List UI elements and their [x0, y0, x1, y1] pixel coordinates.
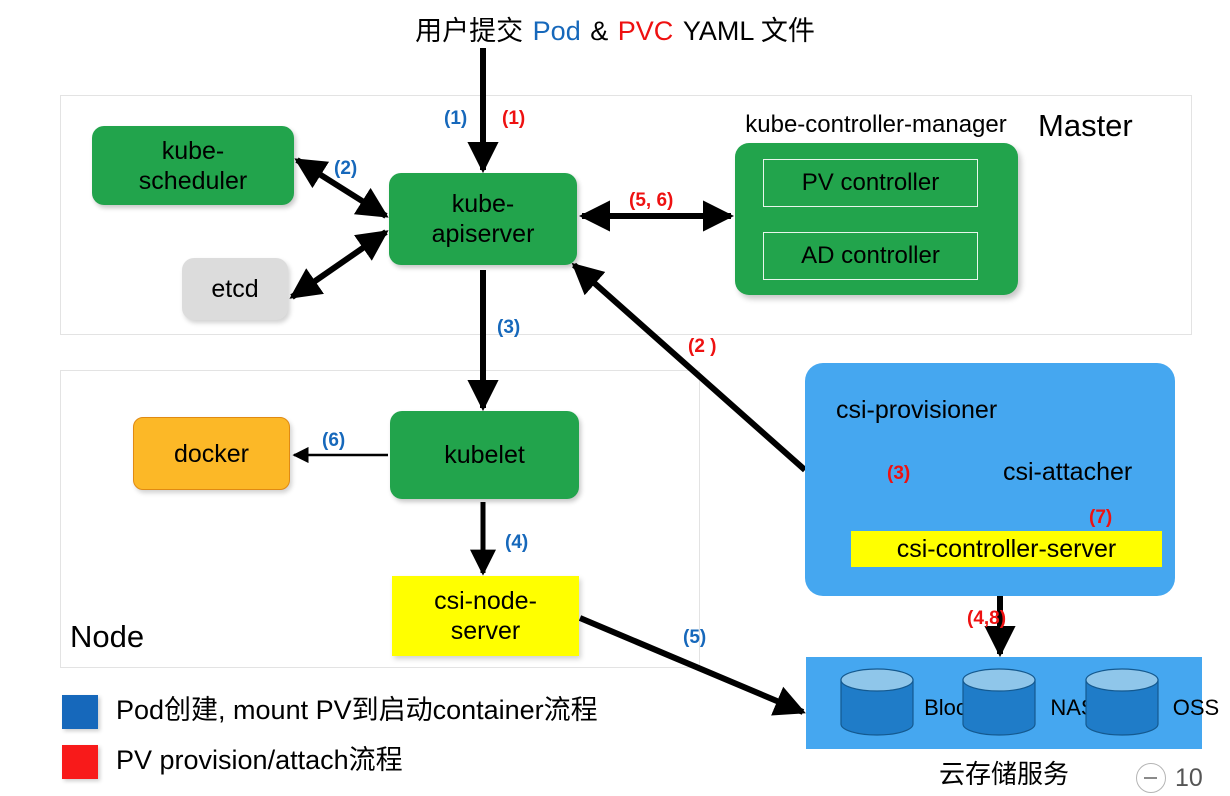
box-etcd[interactable]: etcd	[182, 258, 288, 320]
storage-cylinder-oss[interactable]: OSS	[1085, 668, 1219, 741]
title-ampersand: &	[590, 16, 609, 46]
step-label-red-4-8: (4,8)	[967, 608, 1007, 629]
page-title: 用户提交 Pod & PVC YAML 文件	[0, 14, 1230, 48]
diagram-canvas: 用户提交 Pod & PVC YAML 文件 Master Node kube-…	[0, 0, 1230, 796]
title-pvc: PVC	[617, 16, 674, 46]
title-pod: Pod	[532, 16, 581, 46]
master-region-label: Master	[1038, 108, 1133, 143]
legend-swatch-pod-flow	[62, 695, 98, 729]
title-prefix: 用户提交	[415, 16, 524, 46]
kube-controller-manager-label: kube-controller-manager	[745, 111, 1007, 138]
label-csi-attacher[interactable]: csi-attacher	[1003, 457, 1132, 487]
title-suffix: YAML 文件	[682, 16, 815, 46]
box-kubelet[interactable]: kubelet	[390, 411, 579, 499]
storage-cylinder-block[interactable]: Block	[840, 668, 978, 741]
box-kube-apiserver[interactable]: kube- apiserver	[389, 173, 577, 265]
legend-swatch-pv-flow	[62, 745, 98, 779]
box-kube-scheduler[interactable]: kube- scheduler	[92, 126, 294, 205]
zoom-out-icon[interactable]	[1136, 763, 1166, 793]
step-label-blue-6: (6)	[322, 430, 346, 451]
step-label-blue-1: (1)	[444, 108, 468, 129]
step-label-red-2: (2 )	[688, 336, 717, 357]
step-label-blue-3: (3)	[497, 317, 521, 338]
label-csi-provisioner[interactable]: csi-provisioner	[836, 395, 997, 425]
box-docker[interactable]: docker	[133, 417, 290, 490]
box-csi-node-server[interactable]: csi-node- server	[392, 576, 579, 656]
step-label-blue-5: (5)	[683, 627, 707, 648]
box-pv-controller[interactable]: PV controller	[763, 159, 978, 207]
node-region-label: Node	[70, 619, 145, 654]
storage-label-oss: OSS	[1172, 695, 1220, 720]
zoom-control[interactable]: 10	[1136, 763, 1203, 793]
step-label-blue-4: (4)	[505, 532, 529, 553]
zoom-level-value: 10	[1175, 764, 1203, 792]
step-label-red-1: (1)	[502, 108, 526, 129]
box-ad-controller[interactable]: AD controller	[763, 232, 978, 280]
node-region	[60, 370, 700, 668]
box-csi-controller-server[interactable]: csi-controller-server	[851, 531, 1162, 567]
step-label-red-7: (7)	[1089, 507, 1113, 528]
storage-cylinder-nas[interactable]: NAS	[962, 668, 1096, 741]
legend-label-pv-flow: PV provision/attach流程	[116, 745, 403, 775]
legend-label-pod-flow: Pod创建, mount PV到启动container流程	[116, 695, 598, 725]
step-label-red-3: (3)	[887, 463, 911, 484]
step-label-blue-2: (2)	[334, 158, 358, 179]
step-label-red-5-6: (5, 6)	[629, 190, 674, 211]
